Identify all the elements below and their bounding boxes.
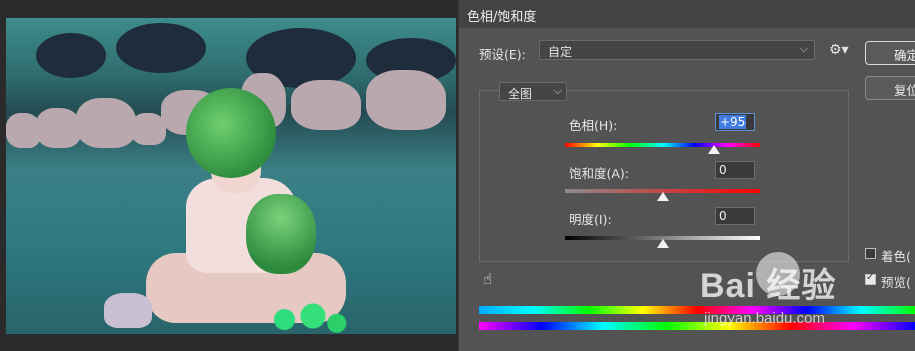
shrub <box>116 23 206 73</box>
preset-value: 自定 <box>548 45 573 59</box>
watermark-site: jingyan.baidu.com <box>704 310 825 327</box>
rock <box>366 70 446 130</box>
puppy <box>246 194 316 274</box>
shrub <box>36 33 106 78</box>
rock <box>291 80 361 130</box>
preset-label: 预设(E): <box>479 47 526 62</box>
lightness-label: 明度(I): <box>569 212 612 227</box>
watermark: Bai 经验 jingyan.baidu.com <box>700 250 915 330</box>
dialog-titlebar[interactable]: 色相/饱和度 <box>459 0 915 28</box>
green-plant <box>256 298 351 334</box>
saturation-input[interactable]: 0 <box>715 161 755 179</box>
edit-range-dropdown[interactable]: 全图 ⌵ <box>499 82 567 101</box>
watermark-brand: Bai 经验 <box>700 267 837 305</box>
rock <box>76 98 136 148</box>
saturation-label: 饱和度(A): <box>569 166 630 181</box>
lightness-value: 0 <box>719 209 727 223</box>
preset-dropdown[interactable]: 自定 ⌵ <box>539 40 815 60</box>
document-canvas <box>0 0 458 351</box>
hue-value: +95 <box>719 115 747 129</box>
child-hair <box>186 88 276 178</box>
hue-slider-thumb[interactable] <box>707 145 720 154</box>
hue-slider-track[interactable] <box>565 143 760 147</box>
hand-target-icon[interactable]: ☝ <box>483 270 492 288</box>
rock <box>36 108 81 148</box>
hue-input[interactable]: +95 <box>715 113 755 131</box>
chevron-down-icon: ⌵ <box>799 42 808 55</box>
edit-range-value: 全图 <box>508 87 533 101</box>
saturation-slider-thumb[interactable] <box>656 192 669 201</box>
saturation-value: 0 <box>719 163 727 177</box>
reset-button[interactable]: 复位 <box>865 76 915 100</box>
ok-button[interactable]: 确定 <box>865 41 915 65</box>
lightness-input[interactable]: 0 <box>715 207 755 225</box>
lightness-slider-thumb[interactable] <box>656 239 669 248</box>
photo-image <box>6 18 456 334</box>
dialog-title: 色相/饱和度 <box>467 10 537 25</box>
chevron-down-icon: ⌵ <box>553 84 562 97</box>
gear-icon[interactable]: ⚙▾ <box>829 42 849 58</box>
shoe <box>104 293 152 328</box>
hue-label: 色相(H): <box>569 118 618 133</box>
